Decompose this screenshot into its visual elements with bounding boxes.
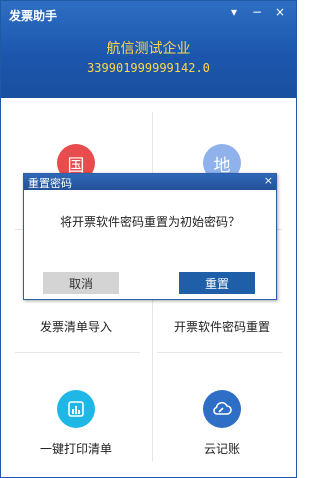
grid-divider bbox=[157, 352, 282, 353]
tax-id: 339901999999142.0 bbox=[87, 61, 210, 75]
company-name: 航信测试企业 bbox=[106, 41, 191, 57]
dialog-titlebar: 重置密码 × bbox=[24, 174, 276, 190]
tile-label: 发票清单导入 bbox=[39, 320, 112, 334]
cancel-button[interactable]: 取消 bbox=[43, 272, 119, 294]
header-bar: 发票助手 ▾ − × 航信测试企业 339901999999142.0 bbox=[1, 1, 296, 98]
tile-print-list[interactable]: 一键打印清单 bbox=[6, 354, 146, 469]
tile-cloud-accounting[interactable]: 云记账 bbox=[152, 354, 292, 469]
app-title: 发票助手 bbox=[9, 9, 58, 23]
printer-icon bbox=[57, 390, 95, 428]
close-icon[interactable]: × bbox=[272, 5, 288, 19]
app-window: 发票助手 ▾ − × 航信测试企业 339901999999142.0 国 地 … bbox=[0, 0, 297, 478]
dialog-title: 重置密码 bbox=[28, 177, 72, 190]
dialog-close-icon[interactable]: × bbox=[264, 174, 273, 187]
tile-label: 一键打印清单 bbox=[39, 442, 112, 456]
reset-password-dialog: 重置密码 × 将开票软件密码重置为初始密码？ 取消 重置 bbox=[23, 173, 277, 300]
reset-button[interactable]: 重置 bbox=[179, 272, 255, 294]
tile-label: 开票软件密码重置 bbox=[173, 320, 270, 334]
tile-label: 云记账 bbox=[203, 442, 240, 456]
cloud-icon bbox=[203, 390, 241, 428]
minimize-icon[interactable]: − bbox=[249, 5, 265, 19]
menu-dropdown-icon[interactable]: ▾ bbox=[226, 5, 242, 19]
dialog-message: 将开票软件密码重置为初始密码？ bbox=[59, 215, 240, 229]
grid-divider bbox=[15, 352, 140, 353]
